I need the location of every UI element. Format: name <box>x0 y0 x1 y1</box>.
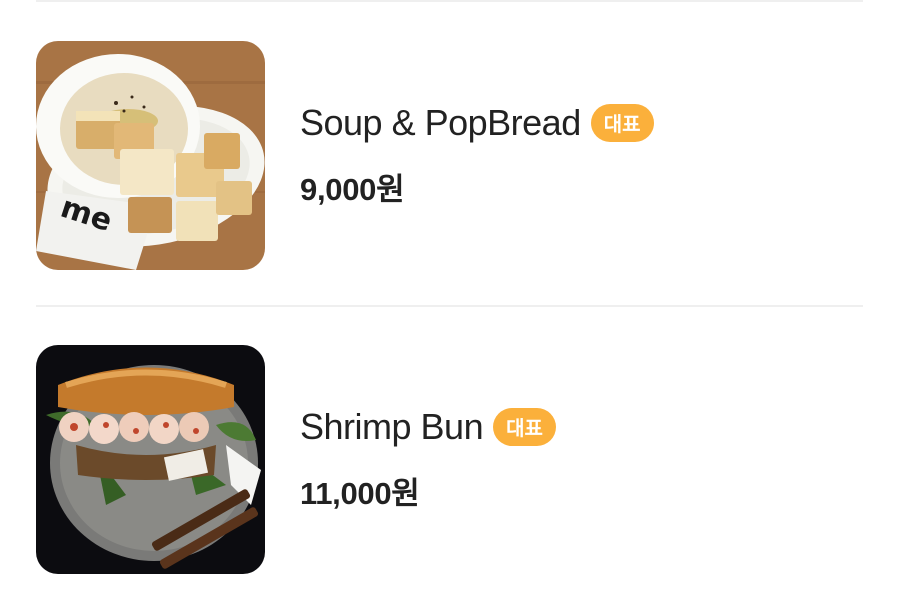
menu-item-soup-popbread[interactable]: me Soup & PopBread 대표 9,000원 <box>36 40 863 270</box>
name-row: Shrimp Bun 대표 <box>300 406 556 448</box>
menu-item-name: Soup & PopBread <box>300 101 581 143</box>
divider <box>36 0 863 2</box>
shrimp-bun-photo-icon <box>36 344 265 574</box>
menu-item-name: Shrimp Bun <box>300 405 484 447</box>
signature-badge: 대표 <box>493 407 556 446</box>
menu-item-price: 11,000원 <box>300 475 420 511</box>
menu-item-info: Shrimp Bun 대표 11,000원 <box>300 406 556 513</box>
menu-item-info: Soup & PopBread 대표 9,000원 <box>300 102 654 209</box>
menu-item-shrimp-bun[interactable]: Shrimp Bun 대표 11,000원 <box>36 344 863 574</box>
name-row: Soup & PopBread 대표 <box>300 102 654 144</box>
menu-item-image[interactable]: me <box>36 40 265 270</box>
menu-list: me Soup & PopBread 대표 9,000원 Shrimp Bun … <box>0 0 899 607</box>
divider <box>36 305 863 307</box>
menu-item-image[interactable] <box>36 344 265 574</box>
menu-item-price: 9,000원 <box>300 171 405 207</box>
signature-badge: 대표 <box>590 103 654 142</box>
soup-photo-icon: me <box>36 40 265 270</box>
